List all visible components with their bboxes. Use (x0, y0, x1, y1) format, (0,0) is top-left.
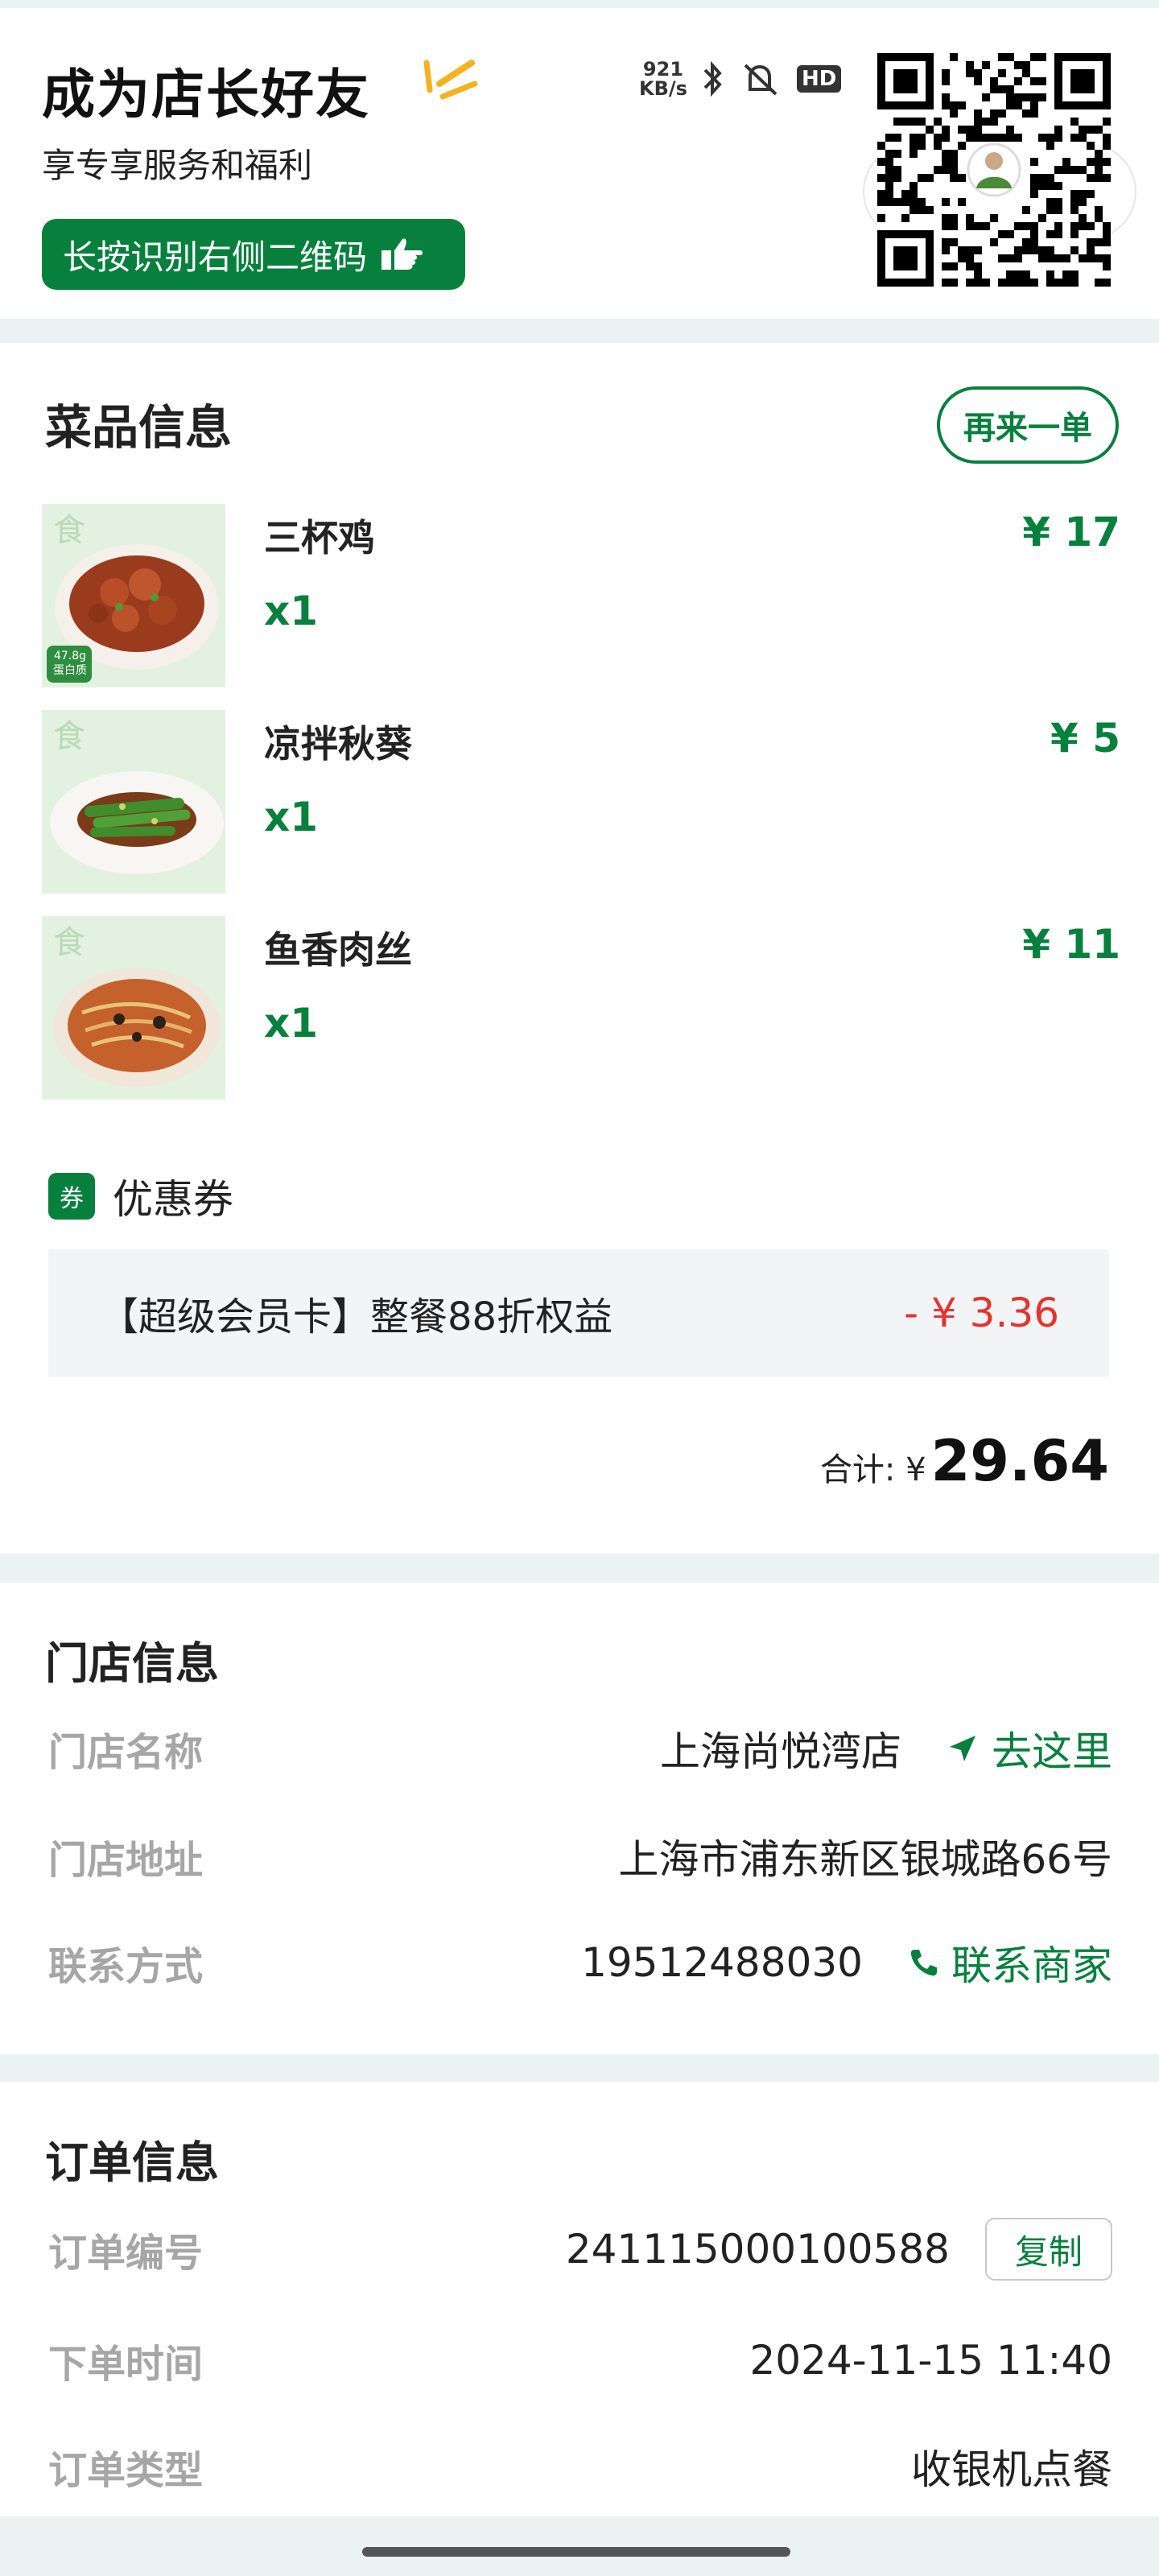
dish-item[interactable]: 食 凉拌秋葵 x1 ¥ 5 (42, 710, 1120, 894)
home-indicator[interactable] (362, 2547, 790, 2557)
order-type-key: 订单类型 (48, 2448, 204, 2493)
scan-qr-button[interactable]: 长按识别右侧二维码 (42, 219, 465, 290)
store-info-card: 门店信息 门店名称 上海尚悦湾店 去这里 门店地址 上海市浦东新区银城路66号 … (0, 1583, 1159, 2054)
navigation-arrow-icon (950, 1736, 975, 1761)
coupon-tag-icon: 券 (48, 1173, 95, 1220)
dish-image: 食 (42, 916, 225, 1100)
navigate-label: 去这里 (992, 1728, 1112, 1775)
coupon-header: 券 优惠券 (48, 1167, 233, 1225)
protein-badge: 47.8g 蛋白质 (53, 650, 87, 677)
phone-icon (910, 1950, 937, 1976)
svg-text:食: 食 (53, 718, 85, 755)
hand-point-icon (382, 238, 423, 270)
navigate-button[interactable]: 去这里 (947, 1719, 1112, 1777)
bluetooth-icon (703, 60, 722, 97)
hd-icon: HD (796, 65, 842, 93)
order-section-title: 订单信息 (45, 2137, 219, 2188)
dish-quantity: x1 (264, 588, 319, 634)
order-number-value: 241115000100588 (565, 2226, 950, 2273)
coupon-discount: - ¥ 3.36 (904, 1290, 1059, 1336)
store-address-row: 门店地址 上海市浦东新区银城路66号 (48, 1824, 1112, 1889)
reorder-button[interactable]: 再来一单 (937, 386, 1119, 464)
dish-section-title: 菜品信息 (45, 400, 233, 455)
total-value: 29.64 (930, 1428, 1109, 1494)
coupon-name: 【超级会员卡】整餐88折权益 (100, 1294, 613, 1340)
promo-card: 成为店长好友 享专享服务和福利 长按识别右侧二维码 921 KB/s HD (0, 8, 1159, 319)
store-name-value: 上海尚悦湾店 (660, 1728, 901, 1775)
dish-name: 三杯鸡 (264, 516, 375, 559)
contact-merchant-button[interactable]: 联系商家 (908, 1934, 1112, 1992)
dish-price: ¥ 17 (1022, 509, 1120, 555)
svg-text:食: 食 (53, 512, 85, 549)
dish-quantity: x1 (264, 794, 319, 840)
scan-qr-label: 长按识别右侧二维码 (63, 237, 368, 277)
qr-code[interactable] (877, 53, 1111, 287)
status-bar-icons: 921 KB/s HD (639, 58, 842, 100)
order-total: 合计: ¥ 29.64 (820, 1428, 1109, 1494)
contact-merchant-label: 联系商家 (951, 1942, 1112, 1989)
dish-name: 鱼香肉丝 (264, 928, 412, 972)
store-name-row: 门店名称 上海尚悦湾店 去这里 (48, 1716, 1112, 1781)
network-speed: 921 KB/s (639, 58, 687, 100)
order-info-card: 订单信息 订单编号 241115000100588 复制 下单时间 2024-1… (0, 2082, 1159, 2516)
store-contact-row: 联系方式 19512488030 联系商家 (48, 1930, 1112, 1995)
sparkle-decoration-icon (423, 60, 478, 100)
order-number-row: 订单编号 241115000100588 复制 (48, 2217, 1112, 2281)
dish-item[interactable]: 食 47.8g 蛋白质 三杯鸡 x1 ¥ 17 (42, 504, 1120, 687)
copy-order-number-button[interactable]: 复制 (985, 2218, 1112, 2281)
order-time-key: 下单时间 (48, 2342, 204, 2387)
coupon-label: 优惠券 (113, 1176, 233, 1223)
order-time-row: 下单时间 2024-11-15 11:40 (48, 2328, 1112, 2392)
order-type-value: 收银机点餐 (911, 2446, 1112, 2493)
svg-text:食: 食 (53, 924, 85, 961)
store-address-value: 上海市浦东新区银城路66号 (618, 1836, 1112, 1883)
dish-price: ¥ 5 (1050, 715, 1120, 762)
store-name-key: 门店名称 (48, 1730, 204, 1775)
dish-item[interactable]: 食 鱼香肉丝 x1 ¥ 11 (42, 916, 1120, 1100)
store-phone-value: 19512488030 (581, 1939, 863, 1986)
order-number-key: 订单编号 (48, 2231, 204, 2276)
dish-quantity: x1 (264, 1000, 319, 1046)
qr-code-icon (877, 53, 1111, 287)
order-type-row: 订单类型 收银机点餐 (48, 2434, 1112, 2499)
promo-title: 成为店长好友 (42, 64, 370, 126)
dish-price: ¥ 11 (1022, 921, 1120, 968)
dish-name: 凉拌秋葵 (264, 722, 412, 766)
promo-subtitle: 享专享服务和福利 (42, 146, 313, 185)
mute-icon (744, 64, 777, 96)
store-address-key: 门店地址 (48, 1838, 204, 1883)
total-label: 合计: ¥ (819, 1451, 926, 1488)
dish-image: 食 (42, 710, 225, 894)
dish-image: 食 47.8g 蛋白质 (42, 504, 225, 687)
store-section-title: 门店信息 (45, 1638, 219, 1689)
order-time-value: 2024-11-15 11:40 (749, 2337, 1112, 2384)
store-contact-key: 联系方式 (48, 1944, 204, 1989)
dish-info-card: 菜品信息 再来一单 食 47.8g 蛋白质 三杯鸡 x1 ¥ 17 食 凉拌秋葵… (0, 343, 1159, 1554)
coupon-row: 【超级会员卡】整餐88折权益 - ¥ 3.36 (48, 1249, 1109, 1377)
